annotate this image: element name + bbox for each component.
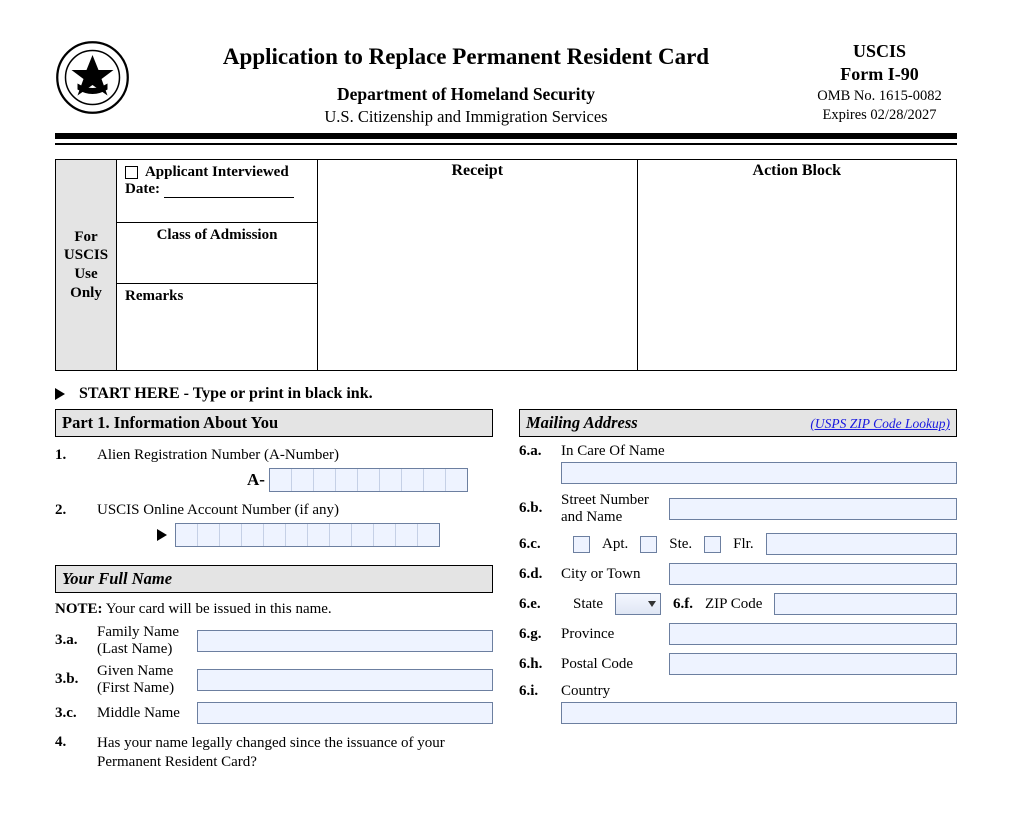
city-label: City or Town [561, 566, 669, 583]
uscis-side-label: ForUSCISUseOnly [64, 228, 108, 303]
country-input[interactable] [561, 702, 957, 724]
m6i-number: 6.i. [519, 683, 561, 700]
note-label: NOTE: [55, 601, 103, 617]
middle-name-input[interactable] [197, 702, 493, 724]
a-number-input[interactable] [269, 468, 468, 492]
mailing-address-label: Mailing Address [526, 413, 638, 433]
province-input[interactable] [669, 623, 957, 645]
your-full-name-label: Your Full Name [62, 569, 172, 589]
family-name-label: Family Name(Last Name) [97, 624, 197, 657]
q1-label: Alien Registration Number (A-Number) [97, 447, 493, 464]
postal-code-input[interactable] [669, 653, 957, 675]
street-label: Street Numberand Name [561, 492, 669, 525]
street-input[interactable] [669, 498, 957, 520]
expires: Expires 02/28/2027 [802, 106, 957, 125]
applicant-interviewed-checkbox[interactable] [125, 166, 138, 179]
start-here: START HERE - Type or print in black ink. [55, 385, 957, 403]
m6a-number: 6.a. [519, 443, 561, 460]
your-full-name-bar: Your Full Name [55, 565, 493, 593]
m6g-number: 6.g. [519, 626, 561, 643]
state-label: State [573, 596, 603, 613]
triangle-icon [157, 529, 167, 541]
uscis-account-number-input[interactable] [175, 523, 440, 547]
m6h-number: 6.h. [519, 656, 561, 673]
in-care-of-label: In Care Of Name [561, 443, 957, 460]
uscis-label: USCIS [802, 40, 957, 63]
m6f-number: 6.f. [673, 596, 693, 613]
flr-label: Flr. [733, 536, 753, 553]
a-prefix: A- [247, 470, 265, 490]
note-text: Your card will be issued in this name. [106, 601, 332, 617]
flr-checkbox[interactable] [704, 536, 721, 553]
date-line[interactable] [164, 197, 294, 198]
ste-label: Ste. [669, 536, 692, 553]
province-label: Province [561, 626, 669, 643]
given-name-input[interactable] [197, 669, 493, 691]
ste-checkbox[interactable] [640, 536, 657, 553]
apt-label: Apt. [602, 536, 628, 553]
in-care-of-input[interactable] [561, 462, 957, 484]
city-input[interactable] [669, 563, 957, 585]
postal-code-label: Postal Code [561, 656, 669, 673]
country-label: Country [561, 683, 957, 700]
unit-number-input[interactable] [766, 533, 957, 555]
triangle-icon [55, 388, 65, 400]
applicant-interviewed-label: Applicant Interviewed [145, 164, 289, 180]
part1-title: Part 1. Information About You [55, 409, 493, 437]
q3b-number: 3.b. [55, 671, 97, 688]
m6b-number: 6.b. [519, 500, 561, 517]
header-rule [55, 143, 957, 145]
name-note: NOTE: Your card will be issued in this n… [55, 601, 493, 618]
apt-checkbox[interactable] [573, 536, 590, 553]
start-here-text: START HERE - Type or print in black ink. [79, 385, 373, 402]
given-name-label: Given Name(First Name) [97, 663, 197, 696]
receipt-label: Receipt [318, 160, 637, 280]
usps-zip-lookup-link[interactable]: (USPS ZIP Code Lookup) [810, 416, 950, 432]
q1-number: 1. [55, 447, 97, 464]
zip-label: ZIP Code [705, 596, 762, 613]
form-header: Application to Replace Permanent Residen… [55, 40, 957, 139]
form-number: Form I-90 [802, 63, 957, 86]
q2-label: USCIS Online Account Number (if any) [97, 502, 493, 519]
zip-input[interactable] [774, 593, 957, 615]
form-dept: Department of Homeland Security [130, 84, 802, 105]
m6c-number: 6.c. [519, 536, 561, 553]
class-of-admission-label: Class of Admission [117, 223, 317, 284]
form-title: Application to Replace Permanent Residen… [130, 44, 802, 70]
uscis-use-only-box: ForUSCISUseOnly Applicant Interviewed Da… [55, 159, 957, 371]
dhs-seal-icon [55, 40, 130, 120]
q4-text: Has your name legally changed since the … [97, 734, 493, 772]
form-agency: U.S. Citizenship and Immigration Service… [130, 107, 802, 127]
middle-name-label: Middle Name [97, 705, 197, 722]
q3c-number: 3.c. [55, 705, 97, 722]
date-label: Date: [125, 181, 160, 197]
state-select[interactable] [615, 593, 661, 615]
remarks-label: Remarks [117, 284, 317, 370]
q4-number: 4. [55, 734, 97, 772]
q3a-number: 3.a. [55, 632, 97, 649]
omb-number: OMB No. 1615-0082 [802, 87, 957, 106]
m6d-number: 6.d. [519, 566, 561, 583]
action-block-label: Action Block [638, 160, 957, 370]
m6e-number: 6.e. [519, 596, 561, 613]
q2-number: 2. [55, 502, 97, 519]
family-name-input[interactable] [197, 630, 493, 652]
mailing-address-bar: Mailing Address (USPS ZIP Code Lookup) [519, 409, 957, 437]
